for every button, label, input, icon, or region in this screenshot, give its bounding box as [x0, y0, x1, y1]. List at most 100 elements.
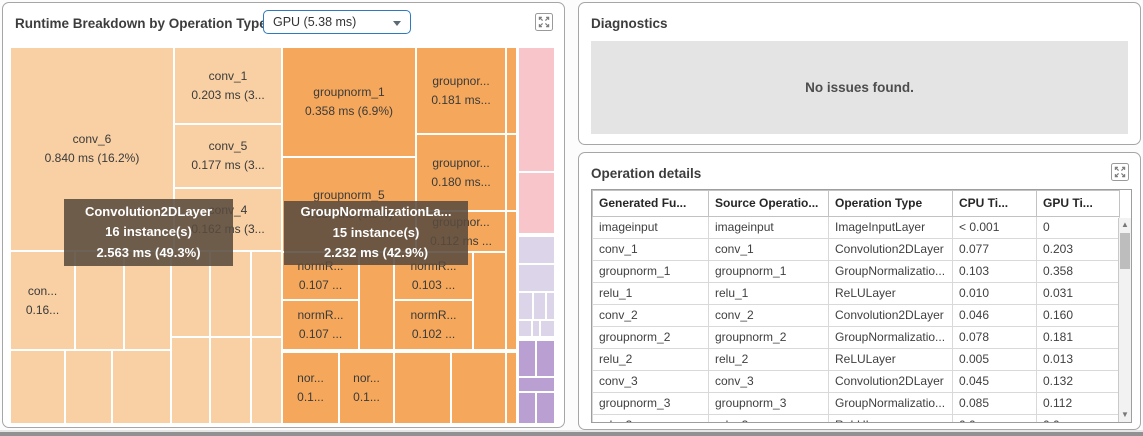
table-cell[interactable]: 0.031	[1037, 283, 1120, 305]
treemap-cell-purple-group[interactable]	[519, 393, 535, 423]
treemap-cell-convolution2dlayer[interactable]	[66, 351, 111, 423]
treemap-cell-convolution2dlayer[interactable]	[11, 351, 64, 423]
treemap-cell-convolution2dlayer[interactable]: conv_10.203 ms (3...	[175, 48, 281, 123]
table-cell[interactable]: ReLULayer	[829, 415, 953, 424]
table-row[interactable]: relu_1relu_1ReLULayer0.0100.031	[593, 283, 1120, 305]
treemap-cell-purple-group[interactable]	[519, 341, 535, 376]
device-dropdown[interactable]: GPU (5.38 ms)	[263, 10, 411, 34]
table-cell[interactable]: < 0.001	[953, 217, 1037, 239]
table-cell[interactable]: groupnorm_1	[593, 261, 709, 283]
treemap-cell-lavender-group[interactable]	[519, 321, 531, 336]
treemap-cell-pink-group[interactable]	[519, 48, 554, 171]
treemap-cell-groupnormalizationlayer[interactable]: groupnor...0.181 ms...	[417, 48, 505, 133]
table-cell[interactable]: conv_3	[709, 371, 829, 393]
expand-table-button[interactable]	[1111, 163, 1129, 181]
table-row[interactable]: relu_3relu_3ReLULayer0.0...0.0...	[593, 415, 1120, 424]
table-cell[interactable]: conv_1	[593, 239, 709, 261]
column-header[interactable]: GPU Ti...	[1037, 191, 1120, 217]
table-cell[interactable]: 0.045	[953, 371, 1037, 393]
table-cell[interactable]: Convolution2DLayer	[829, 305, 953, 327]
scrollbar-thumb[interactable]	[1120, 233, 1130, 269]
table-cell[interactable]: conv_2	[709, 305, 829, 327]
table-row[interactable]: groupnorm_2groupnorm_2GroupNormalizatio.…	[593, 327, 1120, 349]
treemap-cell-lavender-group[interactable]	[534, 293, 545, 319]
column-header[interactable]: Source Operatio...	[709, 191, 829, 217]
treemap-cell-groupnormalizationlayer[interactable]: normR...0.107 ...	[283, 301, 358, 349]
treemap-cell-convolution2dlayer[interactable]	[125, 252, 170, 349]
table-cell[interactable]: relu_2	[593, 349, 709, 371]
scroll-up-icon[interactable]: ▲	[1119, 220, 1131, 230]
column-header[interactable]: CPU Ti...	[953, 191, 1037, 217]
treemap-cell-groupnormalizationlayer[interactable]	[452, 353, 505, 423]
table-cell[interactable]: groupnorm_3	[709, 393, 829, 415]
table-cell[interactable]: 0.005	[953, 349, 1037, 371]
treemap-cell-groupnormalizationlayer[interactable]	[507, 353, 516, 423]
expand-treemap-button[interactable]	[535, 13, 553, 31]
treemap-cell-groupnormalizationlayer[interactable]	[360, 253, 393, 349]
table-cell[interactable]: 0.160	[1037, 305, 1120, 327]
table-cell[interactable]: 0.078	[953, 327, 1037, 349]
table-cell[interactable]: 0	[1037, 217, 1120, 239]
treemap-cell-groupnormalizationlayer[interactable]	[507, 212, 516, 349]
treemap-cell-groupnormalizationlayer[interactable]: groupnorm_10.358 ms (6.9%)	[283, 48, 415, 156]
table-cell[interactable]: imageinput	[709, 217, 829, 239]
treemap-cell-groupnormalizationlayer[interactable]: groupnor...0.180 ms...	[417, 135, 505, 210]
column-header[interactable]: Operation Type	[829, 191, 953, 217]
table-cell[interactable]: Convolution2DLayer	[829, 371, 953, 393]
treemap-cell-lavender-group[interactable]	[541, 321, 554, 336]
column-header[interactable]: Generated Fu...	[593, 191, 709, 217]
table-cell[interactable]: 0.358	[1037, 261, 1120, 283]
table-cell[interactable]: groupnorm_2	[593, 327, 709, 349]
treemap-cell-lavender-group[interactable]	[519, 293, 532, 319]
table-cell[interactable]: groupnorm_2	[709, 327, 829, 349]
table-cell[interactable]: 0.0...	[1037, 415, 1120, 424]
table-cell[interactable]: 0.181	[1037, 327, 1120, 349]
table-cell[interactable]: groupnorm_3	[593, 393, 709, 415]
table-cell[interactable]: relu_1	[709, 283, 829, 305]
table-cell[interactable]: 0.077	[953, 239, 1037, 261]
treemap-cell-convolution2dlayer[interactable]	[113, 351, 170, 423]
treemap-cell-convolution2dlayer[interactable]: con...0.16...	[11, 252, 74, 349]
table-cell[interactable]: ReLULayer	[829, 283, 953, 305]
table-row[interactable]: groupnorm_3groupnorm_3GroupNormalizatio.…	[593, 393, 1120, 415]
treemap-cell-groupnormalizationlayer[interactable]	[507, 48, 516, 133]
treemap-cell-convolution2dlayer[interactable]	[252, 252, 281, 336]
treemap-cell-groupnormalizationlayer[interactable]: normR...0.102 ...	[395, 301, 472, 349]
table-row[interactable]: relu_2relu_2ReLULayer0.0050.013	[593, 349, 1120, 371]
table-cell[interactable]: 0.013	[1037, 349, 1120, 371]
treemap-cell-lavender-group[interactable]	[519, 237, 554, 263]
treemap-cell-purple-group[interactable]	[519, 378, 554, 391]
table-row[interactable]: imageinputimageinputImageInputLayer< 0.0…	[593, 217, 1120, 239]
treemap-cell-groupnormalizationlayer[interactable]: nor...0.1...	[340, 353, 393, 423]
table-cell[interactable]: GroupNormalizatio...	[829, 327, 953, 349]
table-cell[interactable]: 0.112	[1037, 393, 1120, 415]
table-cell[interactable]: relu_3	[593, 415, 709, 424]
table-cell[interactable]: 0.085	[953, 393, 1037, 415]
table-cell[interactable]: relu_3	[709, 415, 829, 424]
table-cell[interactable]: 0.0...	[953, 415, 1037, 424]
treemap-cell-convolution2dlayer[interactable]	[172, 338, 209, 423]
treemap-cell-groupnormalizationlayer[interactable]	[507, 135, 516, 210]
table-cell[interactable]: conv_3	[593, 371, 709, 393]
table-cell[interactable]: conv_1	[709, 239, 829, 261]
table-cell[interactable]: 0.203	[1037, 239, 1120, 261]
treemap-cell-groupnormalizationlayer[interactable]	[474, 253, 505, 349]
table-row[interactable]: groupnorm_1groupnorm_1GroupNormalizatio.…	[593, 261, 1120, 283]
table-cell[interactable]: 0.103	[953, 261, 1037, 283]
table-row[interactable]: conv_1conv_1Convolution2DLayer0.0770.203	[593, 239, 1120, 261]
table-cell[interactable]: imageinput	[593, 217, 709, 239]
treemap-cell-convolution2dlayer[interactable]: conv_50.177 ms (3...	[175, 125, 281, 187]
treemap-cell-convolution2dlayer[interactable]	[211, 338, 250, 423]
table-cell[interactable]: groupnorm_1	[709, 261, 829, 283]
table-cell[interactable]: GroupNormalizatio...	[829, 393, 953, 415]
treemap-cell-pink-group[interactable]	[519, 173, 554, 233]
table-cell[interactable]: ReLULayer	[829, 349, 953, 371]
treemap-cell-lavender-group[interactable]	[533, 321, 539, 336]
table-cell[interactable]: relu_2	[709, 349, 829, 371]
table-cell[interactable]: 0.010	[953, 283, 1037, 305]
treemap-cell-purple-group[interactable]	[537, 341, 554, 376]
treemap-cell-lavender-group[interactable]	[519, 265, 554, 291]
treemap-cell-convolution2dlayer[interactable]	[252, 338, 281, 423]
table-row[interactable]: conv_3conv_3Convolution2DLayer0.0450.132	[593, 371, 1120, 393]
treemap-cell-purple-group[interactable]	[537, 393, 554, 423]
